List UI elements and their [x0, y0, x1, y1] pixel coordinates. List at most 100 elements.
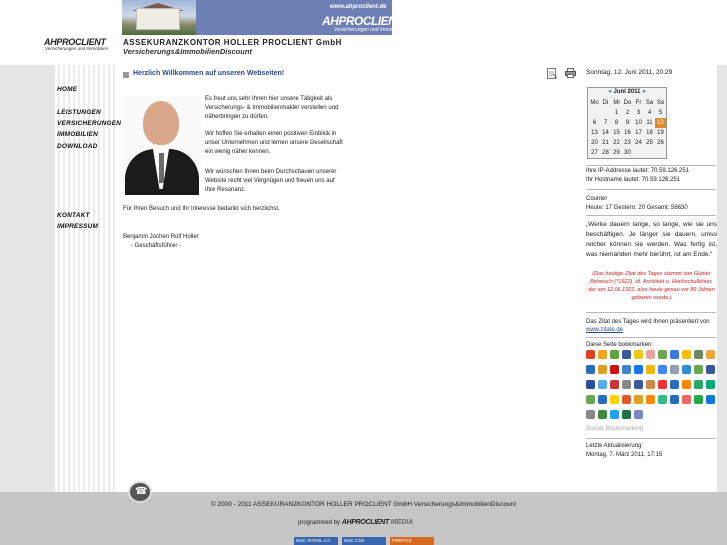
calendar-day[interactable]: 13: [589, 128, 600, 138]
bookmark-service-icon[interactable]: [598, 410, 607, 419]
bookmark-service-icon[interactable]: [598, 380, 607, 389]
bookmark-service-icon[interactable]: [610, 380, 619, 389]
calendar-day: [600, 108, 611, 118]
bookmark-service-icon[interactable]: [634, 350, 643, 359]
bookmark-service-icon[interactable]: [646, 350, 655, 359]
bookmark-service-icon[interactable]: [682, 380, 691, 389]
bookmark-service-icon[interactable]: [586, 380, 595, 389]
calendar-day[interactable]: 14: [600, 128, 611, 138]
bookmark-service-icon[interactable]: [586, 395, 595, 404]
bookmark-service-icon[interactable]: [670, 395, 679, 404]
bookmark-service-icon[interactable]: [622, 365, 631, 374]
calendar-day[interactable]: 9: [622, 118, 633, 128]
quote-source: (Das heutige Zitat des Tages stammt von …: [588, 271, 715, 301]
bookmark-service-icon[interactable]: [610, 395, 619, 404]
calendar-day-today[interactable]: 12: [655, 118, 666, 128]
phone-icon[interactable]: ☎: [128, 481, 152, 503]
calendar-day[interactable]: 5: [655, 108, 666, 118]
bookmark-service-icon[interactable]: [634, 410, 643, 419]
print-icon[interactable]: [565, 68, 576, 78]
bookmark-service-icon[interactable]: [670, 350, 679, 359]
bookmark-service-icon[interactable]: [658, 365, 667, 374]
bookmark-service-icon[interactable]: [646, 395, 655, 404]
programmer-logo[interactable]: AHPROCLIENT: [342, 519, 390, 526]
bookmark-service-icon[interactable]: [658, 395, 667, 404]
nav-impressum[interactable]: IMPRESSUM: [57, 223, 98, 230]
bookmark-service-icon[interactable]: [634, 395, 643, 404]
bookmark-service-icon[interactable]: [658, 350, 667, 359]
bookmark-service-icon[interactable]: [586, 365, 595, 374]
firefox-badge[interactable]: FIREFOX: [390, 537, 434, 545]
bookmark-service-icon[interactable]: [622, 350, 631, 359]
pdf-export-icon[interactable]: [547, 68, 557, 79]
bookmark-service-icon[interactable]: [706, 365, 715, 374]
calendar-day[interactable]: 24: [633, 138, 644, 148]
bookmark-service-icon[interactable]: [646, 380, 655, 389]
calendar-day[interactable]: 28: [600, 148, 611, 158]
calendar-day[interactable]: 21: [600, 138, 611, 148]
nav-versicherungen[interactable]: VERSICHERUNGEN: [57, 120, 121, 127]
calendar-day[interactable]: 6: [589, 118, 600, 128]
calendar-day[interactable]: 25: [644, 138, 655, 148]
validation-badges: W3C XHTML 1.0 W3C CSS FIREFOX: [294, 537, 434, 545]
calendar-day[interactable]: 7: [600, 118, 611, 128]
bookmark-service-icon[interactable]: [586, 410, 595, 419]
calendar-day[interactable]: 22: [611, 138, 622, 148]
bookmark-service-icon[interactable]: [706, 350, 715, 359]
bookmark-service-icon[interactable]: [646, 365, 655, 374]
calendar-day[interactable]: 16: [622, 128, 633, 138]
calendar-day[interactable]: 27: [589, 148, 600, 158]
calendar-day[interactable]: 19: [655, 128, 666, 138]
calendar-day[interactable]: 15: [611, 128, 622, 138]
calendar-prev-month[interactable]: «: [608, 89, 611, 95]
calendar-day[interactable]: 10: [633, 118, 644, 128]
bookmark-service-icon[interactable]: [598, 365, 607, 374]
nav-home[interactable]: HOME: [57, 86, 77, 93]
bookmark-service-icon[interactable]: [706, 395, 715, 404]
zitate-link[interactable]: www.zitate.de: [586, 326, 623, 334]
bookmark-service-icon[interactable]: [694, 350, 703, 359]
bookmark-service-icon[interactable]: [610, 410, 619, 419]
bookmark-service-icon[interactable]: [598, 350, 607, 359]
calendar-day[interactable]: 1: [611, 108, 622, 118]
calendar-day[interactable]: 18: [644, 128, 655, 138]
bookmark-service-icon[interactable]: [694, 380, 703, 389]
bookmark-service-icon[interactable]: [694, 395, 703, 404]
calendar-day[interactable]: 29: [611, 148, 622, 158]
calendar-day[interactable]: 4: [644, 108, 655, 118]
bookmark-service-icon[interactable]: [598, 395, 607, 404]
calendar-day[interactable]: 3: [633, 108, 644, 118]
bookmark-service-icon[interactable]: [670, 380, 679, 389]
nav-kontakt[interactable]: KONTAKT: [57, 212, 90, 219]
bookmark-service-icon[interactable]: [682, 395, 691, 404]
bookmark-service-icon[interactable]: [634, 365, 643, 374]
nav-download[interactable]: DOWNLOAD: [57, 143, 98, 150]
calendar-next-month[interactable]: »: [642, 89, 645, 95]
bookmark-service-icon[interactable]: [622, 410, 631, 419]
bookmark-service-icon[interactable]: [682, 365, 691, 374]
bookmark-service-icon[interactable]: [610, 350, 619, 359]
calendar-day[interactable]: 30: [622, 148, 633, 158]
calendar-day[interactable]: 8: [611, 118, 622, 128]
calendar-day[interactable]: 2: [622, 108, 633, 118]
bookmark-service-icon[interactable]: [682, 350, 691, 359]
bookmark-service-icon[interactable]: [706, 380, 715, 389]
social-bookmarking-label[interactable]: Social Bookmarking: [586, 425, 643, 432]
nav-immobilien[interactable]: IMMOBILIEN: [57, 131, 98, 138]
calendar-day[interactable]: 17: [633, 128, 644, 138]
bookmark-service-icon[interactable]: [694, 365, 703, 374]
bookmark-service-icon[interactable]: [622, 380, 631, 389]
bookmark-service-icon[interactable]: [622, 395, 631, 404]
bookmark-service-icon[interactable]: [586, 350, 595, 359]
nav-leistungen[interactable]: LEISTUNGEN: [57, 109, 101, 116]
w3c-xhtml-badge[interactable]: W3C XHTML 1.0: [294, 537, 338, 545]
calendar-day[interactable]: 26: [655, 138, 666, 148]
bookmark-service-icon[interactable]: [634, 380, 643, 389]
bookmark-service-icon[interactable]: [670, 365, 679, 374]
bookmark-service-icon[interactable]: [658, 380, 667, 389]
calendar-day[interactable]: 23: [622, 138, 633, 148]
calendar-day[interactable]: 11: [644, 118, 655, 128]
w3c-css-badge[interactable]: W3C CSS: [342, 537, 386, 545]
calendar-day[interactable]: 20: [589, 138, 600, 148]
bookmark-service-icon[interactable]: [610, 365, 619, 374]
